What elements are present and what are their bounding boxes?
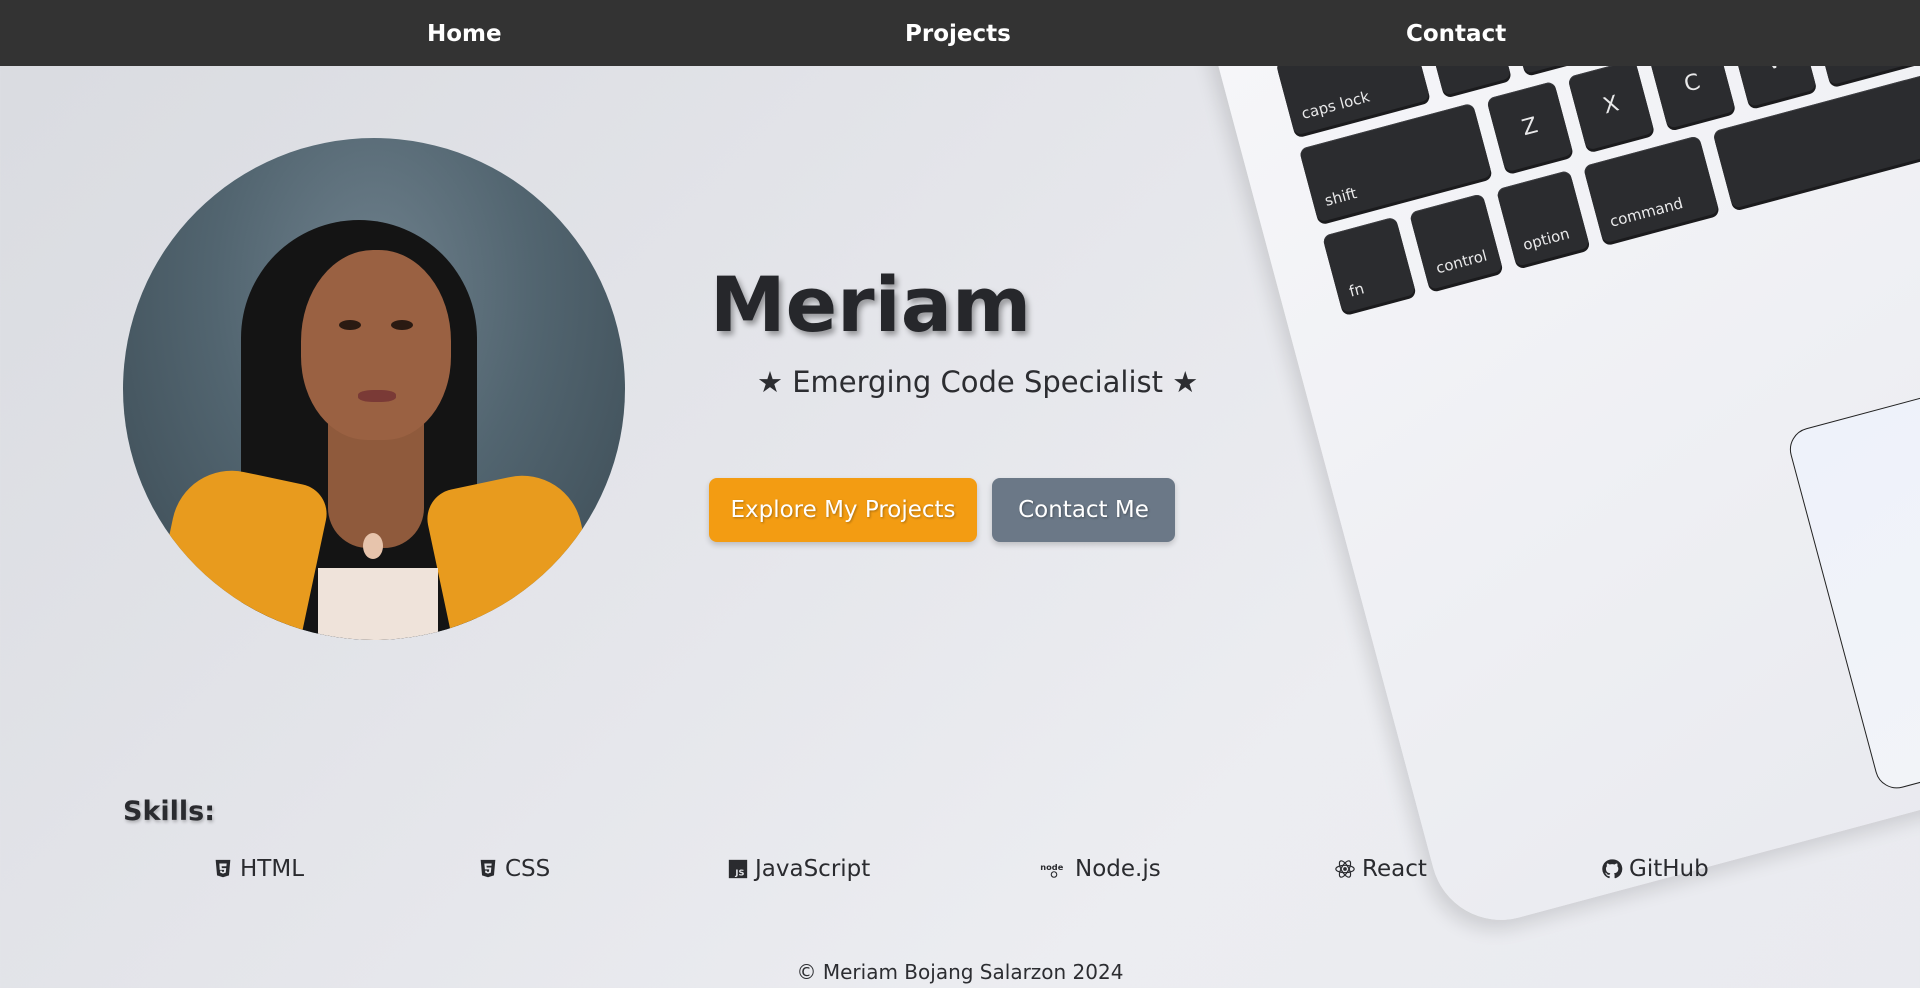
profile-photo: [123, 138, 625, 640]
keyboard-key: option: [1495, 169, 1591, 267]
explore-projects-button[interactable]: Explore My Projects: [709, 478, 977, 542]
profile-photo-top: [318, 568, 438, 640]
skill-label: HTML: [240, 856, 305, 882]
profile-photo-face: [301, 250, 451, 440]
html5-icon: [215, 859, 231, 878]
javascript-icon: JS: [728, 859, 748, 879]
skill-javascript: JS JavaScript: [727, 853, 870, 885]
top-navigation: Home Projects Contact: [0, 0, 1920, 66]
profile-photo-eye: [339, 320, 361, 330]
profile-photo-jacket-left: [143, 459, 333, 640]
contact-me-button[interactable]: Contact Me: [992, 478, 1175, 542]
skill-github: GitHub: [1601, 853, 1709, 885]
footer-copyright: © Meriam Bojang Salarzon 2024: [796, 960, 1124, 984]
hero-tagline: ★ Emerging Code Specialist ★: [757, 365, 1199, 399]
nav-contact-link[interactable]: Contact: [1406, 0, 1506, 66]
skill-label: Node.js: [1075, 856, 1161, 882]
skill-label: React: [1362, 856, 1427, 882]
profile-photo-eye: [391, 320, 413, 330]
skill-label: JavaScript: [755, 856, 871, 882]
skill-label: CSS: [505, 856, 551, 882]
profile-photo-jacket-right: [421, 464, 611, 640]
skill-nodejs: node Node.js: [1039, 853, 1161, 885]
keyboard-key: control: [1409, 193, 1504, 291]
profile-photo-lips: [358, 390, 396, 402]
skill-react: React: [1334, 853, 1427, 885]
svg-text:JS: JS: [734, 867, 744, 877]
keyboard-key: Z: [1486, 80, 1574, 173]
react-icon: [1335, 860, 1355, 878]
github-icon: [1602, 859, 1623, 879]
skills-heading: Skills:: [123, 796, 216, 827]
nodejs-icon: node: [1040, 862, 1064, 878]
skill-css: CSS: [477, 853, 550, 885]
profile-photo-pendant: [363, 533, 383, 559]
hero-name: Meriam: [710, 260, 1032, 349]
skill-label: GitHub: [1629, 856, 1709, 882]
css3-icon: [480, 859, 496, 878]
nav-projects-link[interactable]: Projects: [905, 0, 1011, 66]
keyboard-key: command: [1582, 135, 1720, 244]
skill-html: HTML: [212, 853, 304, 885]
keyboard-key: X: [1567, 59, 1655, 151]
svg-text:node: node: [1040, 862, 1063, 872]
nav-home-link[interactable]: Home: [427, 0, 502, 66]
